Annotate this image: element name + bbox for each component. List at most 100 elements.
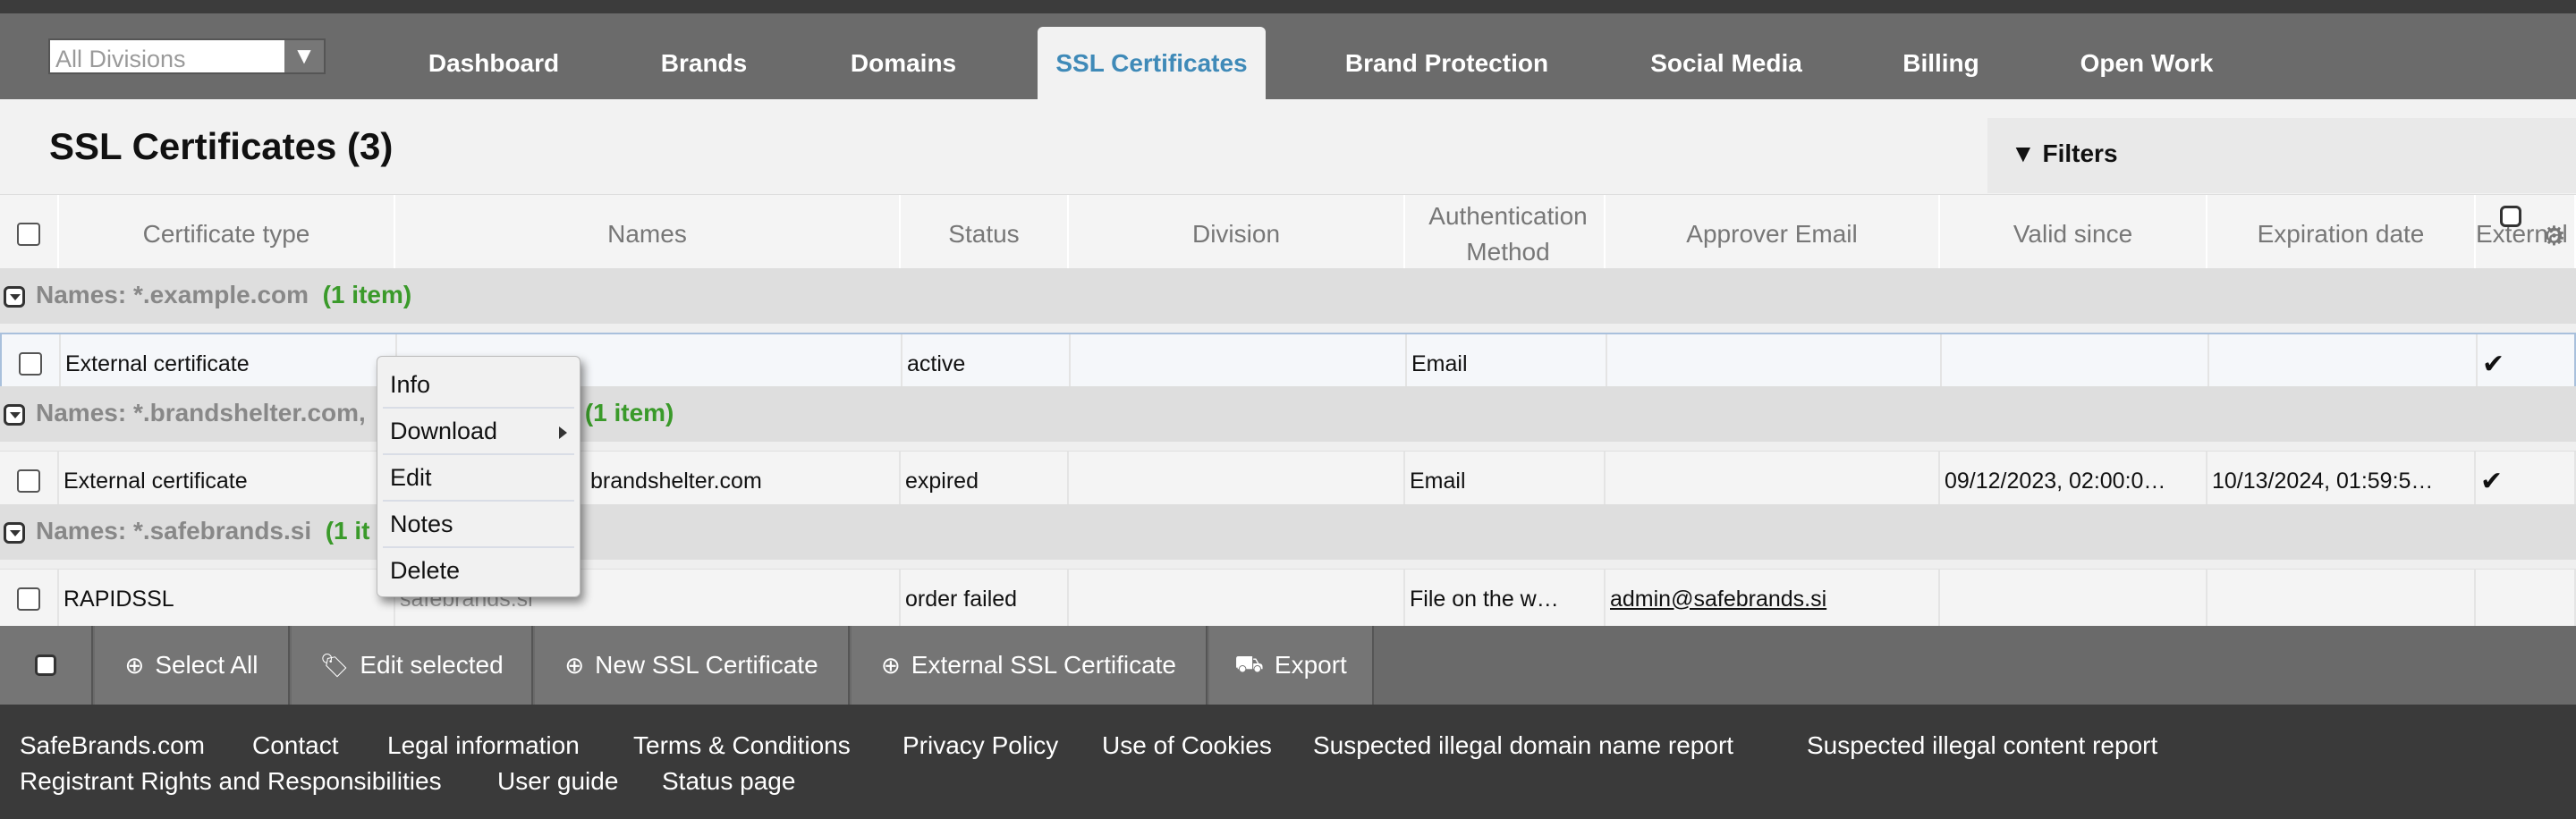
cell-status: active (902, 334, 1071, 393)
chevron-down-icon[interactable]: ▼ (284, 40, 324, 72)
edit-selected-button[interactable]: 🏷 Edit selected (292, 626, 533, 705)
row-checkbox-cell[interactable] (0, 570, 59, 629)
group-count: (1 item) (322, 281, 412, 308)
context-menu-notes[interactable]: Notes (383, 502, 574, 548)
cell-auth-method: Email (1405, 452, 1606, 511)
column-names[interactable]: Names (395, 195, 901, 274)
chevron-right-icon (559, 426, 567, 439)
row-checkbox-cell[interactable] (2, 334, 61, 393)
top-strip (0, 0, 2576, 13)
tab-social-media[interactable]: Social Media (1637, 27, 1816, 99)
cell-expiration-date (2207, 570, 2476, 629)
cell-division (1069, 452, 1405, 511)
column-certificate-type[interactable]: Certificate type (59, 195, 395, 274)
plus-circle-icon: ⊕ (124, 651, 145, 679)
footer-link-illegal-domain[interactable]: Suspected illegal domain name report (1313, 731, 1733, 760)
cell-division (1071, 334, 1407, 393)
select-all-button[interactable]: ⊕ Select All (95, 626, 290, 705)
cell-valid-since (1940, 570, 2207, 629)
footer-link-cookies[interactable]: Use of Cookies (1102, 731, 1272, 760)
footer-link-safebrands[interactable]: SafeBrands.com (20, 731, 205, 760)
table-header: Certificate type Names Status Division A… (0, 194, 2576, 274)
tab-dashboard[interactable]: Dashboard (413, 27, 574, 99)
footer-link-user-guide[interactable]: User guide (497, 767, 618, 796)
cell-valid-since: 09/12/2023, 02:00:0… (1940, 452, 2207, 511)
checkbox[interactable] (35, 654, 56, 676)
row-checkbox[interactable] (19, 352, 42, 376)
cell-approver-email (1607, 334, 1942, 393)
check-icon: ✔ (2476, 452, 2576, 511)
cell-auth-method: File on the w… (1405, 570, 1606, 629)
tab-billing[interactable]: Billing (1887, 27, 1995, 99)
column-approver-email[interactable]: Approver Email (1606, 195, 1940, 274)
plus-circle-icon: ⊕ (881, 651, 901, 679)
cell-division (1069, 570, 1405, 629)
tab-domains[interactable]: Domains (832, 27, 975, 99)
division-select[interactable]: All Divisions ▼ (48, 38, 326, 74)
external-ssl-certificate-button[interactable]: ⊕ External SSL Certificate (852, 626, 1208, 705)
cell-status: order failed (901, 570, 1069, 629)
cell-certificate-type: External certificate (61, 334, 397, 393)
row-checkbox-cell[interactable] (0, 452, 59, 511)
cell-auth-method: Email (1407, 334, 1607, 393)
cell-external (2476, 570, 2576, 629)
row-checkbox[interactable] (17, 587, 40, 611)
footer-link-legal[interactable]: Legal information (387, 731, 580, 760)
action-bar-checkbox[interactable] (0, 626, 93, 705)
gear-icon[interactable]: ⚙ (2542, 224, 2569, 250)
cell-approver-email (1606, 452, 1940, 511)
footer-link-status-page[interactable]: Status page (662, 767, 795, 796)
action-bar: ⊕ Select All 🏷 Edit selected ⊕ New SSL Cert… (0, 626, 2576, 705)
plus-circle-icon: ⊕ (564, 651, 585, 679)
context-menu-info[interactable]: Info (383, 362, 574, 409)
approver-email-link[interactable]: admin@safebrands.si (1610, 587, 1826, 612)
tab-ssl-certificates[interactable]: SSL Certificates (1038, 27, 1266, 99)
group-label: Names: *.safebrands.si (1 it (36, 517, 370, 545)
cell-approver-email: admin@safebrands.si (1606, 570, 1940, 629)
column-valid-since[interactable]: Valid since (1940, 195, 2207, 274)
cell-certificate-type: RAPIDSSL (59, 570, 395, 629)
column-authentication-method[interactable]: Authentication Method (1405, 195, 1606, 274)
group-row[interactable]: Names: *.example.com (1 item) (0, 268, 2576, 324)
column-chooser-icon[interactable] (2500, 206, 2521, 227)
column-division[interactable]: Division (1069, 195, 1405, 274)
header-select-all-checkbox[interactable] (0, 195, 59, 274)
cell-valid-since (1942, 334, 2209, 393)
context-menu-edit[interactable]: Edit (383, 455, 574, 502)
footer-link-privacy[interactable]: Privacy Policy (902, 731, 1058, 760)
context-menu-delete[interactable]: Delete (383, 548, 574, 595)
tab-open-work[interactable]: Open Work (2066, 27, 2227, 99)
filters-label: Filters (2042, 139, 2118, 167)
tab-brands[interactable]: Brands (637, 27, 771, 99)
column-expiration-date[interactable]: Expiration date (2207, 195, 2476, 274)
tab-brand-protection[interactable]: Brand Protection (1333, 27, 1561, 99)
export-button[interactable]: ⛟ Export (1209, 626, 1374, 705)
truck-icon: ⛟ (1234, 649, 1264, 677)
row-checkbox[interactable] (17, 469, 40, 493)
division-select-value: All Divisions (55, 46, 186, 72)
footer-link-registrant-rights[interactable]: Registrant Rights and Responsibilities (20, 767, 442, 796)
footer: SafeBrands.com Contact Legal information… (0, 705, 2576, 819)
filters-toggle[interactable]: ▼ Filters (2011, 139, 2118, 168)
page-title: SSL Certificates (3) (49, 125, 394, 167)
collapse-icon[interactable] (4, 404, 25, 426)
footer-link-illegal-content[interactable]: Suspected illegal content report (1807, 731, 2157, 760)
cell-expiration-date (2209, 334, 2478, 393)
collapse-icon[interactable] (4, 286, 25, 308)
triangle-down-icon: ▼ (2011, 139, 2043, 167)
cell-status: expired (901, 452, 1069, 511)
checkbox[interactable] (17, 223, 40, 246)
group-count: (1 item) (584, 399, 674, 426)
column-status[interactable]: Status (901, 195, 1069, 274)
cell-certificate-type: External certificate (59, 452, 395, 511)
context-menu-download[interactable]: Download (383, 409, 574, 455)
main-navbar: All Divisions ▼ Dashboard Brands Domains… (0, 13, 2576, 99)
footer-link-terms[interactable]: Terms & Conditions (633, 731, 851, 760)
new-ssl-certificate-button[interactable]: ⊕ New SSL Certificate (535, 626, 850, 705)
group-label: Names: *.example.com (1 item) (36, 281, 412, 308)
collapse-icon[interactable] (4, 522, 25, 544)
context-menu: Info Download Edit Notes Delete (377, 356, 580, 597)
check-icon: ✔ (2478, 334, 2576, 393)
group-count: (1 it (325, 517, 370, 545)
footer-link-contact[interactable]: Contact (252, 731, 339, 760)
